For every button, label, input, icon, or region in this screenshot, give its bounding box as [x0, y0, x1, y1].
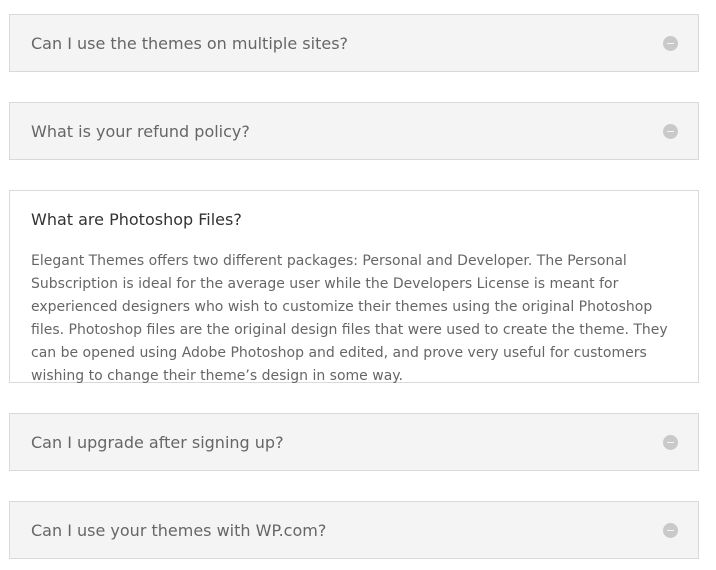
minus-circle-icon[interactable]	[663, 523, 678, 538]
faq-item-upgrade[interactable]: Can I upgrade after signing up?	[9, 413, 699, 471]
minus-circle-icon[interactable]	[663, 435, 678, 450]
faq-question[interactable]: Can I use the themes on multiple sites?	[31, 34, 348, 53]
faq-question[interactable]: Can I use your themes with WP.com?	[31, 521, 326, 540]
faq-question[interactable]: What are Photoshop Files?	[31, 210, 242, 229]
minus-circle-icon[interactable]	[663, 36, 678, 51]
faq-item-multiple-sites[interactable]: Can I use the themes on multiple sites?	[9, 14, 699, 72]
faq-question[interactable]: Can I upgrade after signing up?	[31, 433, 284, 452]
minus-circle-icon[interactable]	[663, 124, 678, 139]
faq-item-wp-com[interactable]: Can I use your themes with WP.com?	[9, 501, 699, 559]
faq-item-refund-policy[interactable]: What is your refund policy?	[9, 102, 699, 160]
faq-answer: Elegant Themes offers two different pack…	[31, 253, 668, 384]
faq-question[interactable]: What is your refund policy?	[31, 122, 250, 141]
faq-item-photoshop-files[interactable]: What are Photoshop Files? Elegant Themes…	[9, 190, 699, 384]
